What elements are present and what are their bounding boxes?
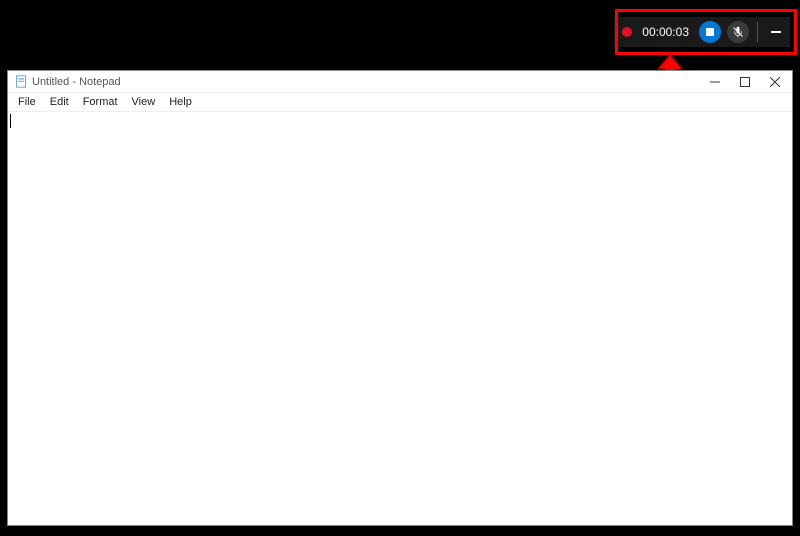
- stop-icon: [706, 28, 714, 36]
- window-title: Untitled - Notepad: [32, 76, 700, 88]
- recording-toolbar: 00:00:03: [614, 17, 790, 47]
- minimize-icon: [771, 31, 781, 33]
- recording-timer: 00:00:03: [642, 25, 689, 39]
- maximize-icon: [740, 77, 750, 87]
- minimize-toolbar-button[interactable]: [766, 21, 786, 43]
- menu-help[interactable]: Help: [163, 95, 198, 109]
- text-cursor-icon: [10, 114, 11, 128]
- minimize-icon: [710, 77, 720, 87]
- menu-edit[interactable]: Edit: [44, 95, 75, 109]
- notepad-window: Untitled - Notepad File Edit Format View…: [7, 70, 793, 526]
- close-icon: [770, 77, 780, 87]
- window-controls: [700, 72, 790, 92]
- microphone-muted-icon: [732, 26, 744, 38]
- menu-view[interactable]: View: [126, 95, 162, 109]
- recording-indicator-icon: [622, 27, 632, 37]
- notepad-app-icon: [14, 75, 28, 89]
- divider: [757, 22, 758, 42]
- menubar: File Edit Format View Help: [8, 93, 792, 112]
- close-button[interactable]: [760, 72, 790, 92]
- titlebar[interactable]: Untitled - Notepad: [8, 71, 792, 93]
- menu-file[interactable]: File: [12, 95, 42, 109]
- maximize-button[interactable]: [730, 72, 760, 92]
- stop-recording-button[interactable]: [699, 21, 721, 43]
- microphone-toggle-button[interactable]: [727, 21, 749, 43]
- text-editor-area[interactable]: [8, 112, 792, 525]
- menu-format[interactable]: Format: [77, 95, 124, 109]
- minimize-button[interactable]: [700, 72, 730, 92]
